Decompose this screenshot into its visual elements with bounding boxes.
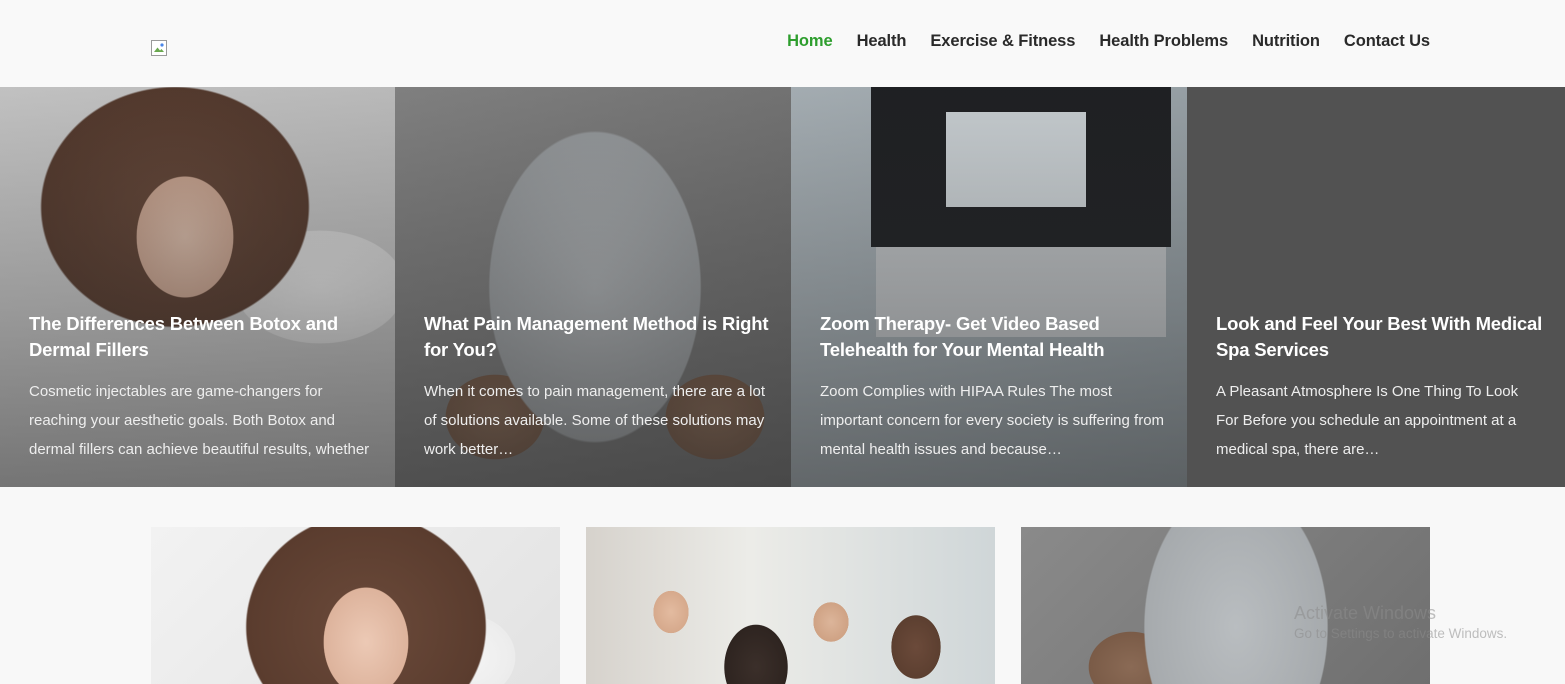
hero-card-excerpt: When it comes to pain management, there … [424, 383, 766, 458]
hero-card-title[interactable]: Look and Feel Your Best With Medical Spa… [1216, 311, 1543, 363]
post-card-botox[interactable] [151, 527, 560, 684]
activate-windows-watermark: Activate Windows Go to Settings to activ… [1294, 602, 1507, 644]
site-header: Home Health Exercise & Fitness Health Pr… [0, 0, 1565, 87]
main-nav: Home Health Exercise & Fitness Health Pr… [787, 31, 1430, 51]
hero-card-excerpt: A Pleasant Atmosphere Is One Thing To Lo… [1216, 383, 1519, 458]
post-card-group[interactable] [586, 527, 995, 684]
nav-nutrition[interactable]: Nutrition [1252, 31, 1320, 51]
nav-health-problems[interactable]: Health Problems [1099, 31, 1228, 51]
featured-posts: The Differences Between Botox and Dermal… [0, 87, 1565, 487]
nav-health[interactable]: Health [857, 31, 907, 51]
hero-card-title[interactable]: Zoom Therapy- Get Video Based Telehealth… [820, 311, 1165, 363]
nav-home[interactable]: Home [787, 31, 833, 51]
logo-image-icon[interactable] [151, 40, 167, 56]
hero-card-botox[interactable]: The Differences Between Botox and Dermal… [0, 87, 395, 487]
watermark-subtitle: Go to Settings to activate Windows. [1294, 626, 1508, 641]
hero-card-zoom[interactable]: Zoom Therapy- Get Video Based Telehealth… [791, 87, 1187, 487]
hero-card-excerpt: Cosmetic injectables are game-changers f… [29, 383, 370, 458]
nav-contact-us[interactable]: Contact Us [1344, 31, 1430, 51]
group-post-thumbnail[interactable] [586, 527, 995, 684]
watermark-title: Activate Windows [1294, 603, 1437, 623]
hero-card-title[interactable]: The Differences Between Botox and Dermal… [29, 311, 373, 363]
botox-post-thumbnail[interactable] [151, 527, 560, 684]
post-grid [151, 527, 1430, 684]
hero-card-excerpt: Zoom Complies with HIPAA Rules The most … [820, 383, 1165, 458]
hero-card-title[interactable]: What Pain Management Method is Right for… [424, 311, 769, 363]
hero-card-medspa[interactable]: Look and Feel Your Best With Medical Spa… [1187, 87, 1565, 487]
nav-exercise-fitness[interactable]: Exercise & Fitness [930, 31, 1075, 51]
hero-card-pain[interactable]: What Pain Management Method is Right for… [395, 87, 791, 487]
